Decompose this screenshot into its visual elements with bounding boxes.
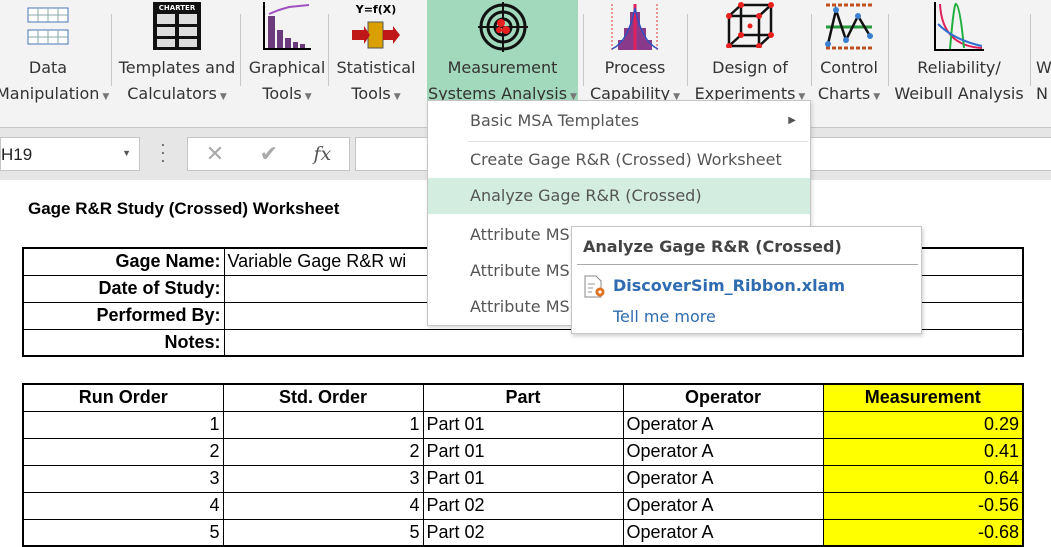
control-chart-icon [825,3,873,50]
table-cell[interactable]: 0.64 [822,464,1024,493]
menu-item-analyze-gage-rr[interactable]: Analyze Gage R&R (Crossed) [428,178,810,214]
table-row: 4 4 Part 02 Operator A -0.56 [22,491,1024,520]
table-cell[interactable]: 1 [222,410,424,439]
pareto-chart-icon [263,2,311,50]
name-box[interactable]: H19 ▼ [0,137,140,171]
measurement-systems-analysis-button[interactable]: Measurement Systems Analysis ▼ [427,0,578,103]
transfer-function-icon: Y=f(X) [352,3,400,49]
table-cell[interactable]: Part 01 [422,410,624,439]
table-cell[interactable]: Operator A [622,464,824,493]
table-cell[interactable]: Part 01 [422,464,624,493]
templates-calculators-button[interactable]: CHARTER Templates and Calculators ▼ [116,0,238,104]
addin-file-icon [584,275,605,298]
table-cell[interactable]: -0.56 [822,491,1024,520]
table-cell[interactable]: 5 [22,518,224,547]
table-cell[interactable]: Part 02 [422,518,624,547]
table-cell[interactable]: 4 [222,491,424,520]
table-cell[interactable]: Part 01 [422,437,624,466]
chevron-down-icon: ▼ [102,92,110,102]
table-cell[interactable]: -0.68 [822,518,1024,547]
graphical-tools-button[interactable]: Graphical Tools ▼ [247,0,327,104]
table-cell[interactable]: 1 [22,410,224,439]
tooltip-title: Analyze Gage R&R (Crossed) [583,237,842,256]
menu-item-create-gage-rr-worksheet[interactable]: Create Gage R&R (Crossed) Worksheet [428,142,810,178]
chevron-down-icon: ▼ [219,92,227,102]
table-row: 3 3 Part 01 Operator A 0.64 [22,464,1024,493]
table-grid-icon [27,7,69,45]
table-cell[interactable]: Part 02 [422,491,624,520]
table-row: 5 5 Part 02 Operator A -0.68 [22,518,1024,547]
table-cell[interactable]: 5 [222,518,424,547]
table-cell[interactable]: 2 [222,437,424,466]
more-ribbon-button[interactable]: W N [1036,0,1051,104]
control-charts-button[interactable]: Control Charts ▼ [814,0,884,104]
process-capability-button[interactable]: Process Capability ▼ [586,0,684,104]
table-cell[interactable]: Operator A [622,410,824,439]
tooltip: Analyze Gage R&R (Crossed) DiscoverSim_R… [571,226,922,334]
insert-function-icon[interactable]: fx [314,143,332,165]
sheet-title: Gage R&R Study (Crossed) Worksheet [28,199,340,218]
table-row: 1 1 Part 01 Operator A 0.29 [22,410,1024,439]
histogram-icon [611,4,659,50]
design-of-experiments-button[interactable]: Design of Experiments ▼ [692,0,808,104]
more-options-icon[interactable]: · · · [160,135,166,169]
svg-text:CHARTER: CHARTER [159,4,196,12]
table-row: 2 2 Part 01 Operator A 0.41 [22,437,1024,466]
target-icon [477,2,528,52]
header-row: Run Order Std. Order Part Operator Measureme… [22,383,1024,412]
data-table: Run Order Std. Order Part Operator Measureme… [22,383,1024,547]
table-cell[interactable]: Operator A [622,437,824,466]
statistical-tools-button[interactable]: Y=f(X) Statistical Tools ▼ [333,0,419,104]
table-cell[interactable]: 0.29 [822,410,1024,439]
table-cell[interactable]: Operator A [622,518,824,547]
chevron-down-icon: ▼ [873,92,881,102]
table-cell[interactable]: 2 [22,437,224,466]
cube-icon [726,2,774,48]
cancel-icon[interactable]: ✕ [206,141,224,167]
chevron-right-icon: ▶ [788,115,796,126]
tell-me-more-link[interactable]: Tell me more [613,307,716,326]
table-cell[interactable]: Operator A [622,491,824,520]
enter-icon[interactable]: ✔ [260,141,278,167]
table-cell[interactable]: 3 [222,464,424,493]
table-cell[interactable]: 0.41 [822,437,1024,466]
menu-item-basic-msa-templates[interactable]: Basic MSA Templates ▶ [428,103,810,139]
chevron-down-icon[interactable]: ▼ [122,148,131,158]
chevron-down-icon: ▼ [304,92,312,102]
addin-file-name: DiscoverSim_Ribbon.xlam [613,276,846,295]
reliability-weibull-button[interactable]: Reliability/ Weibull Analysis [892,0,1026,104]
weibull-icon [934,2,984,51]
table-cell[interactable]: 4 [22,491,224,520]
svg-text:Y=f(X): Y=f(X) [355,3,397,16]
charter-template-icon: CHARTER [153,2,201,50]
data-manipulation-button[interactable]: Data Manipulation ▼ [0,0,109,104]
chevron-down-icon: ▼ [393,92,401,102]
table-cell[interactable]: 3 [22,464,224,493]
